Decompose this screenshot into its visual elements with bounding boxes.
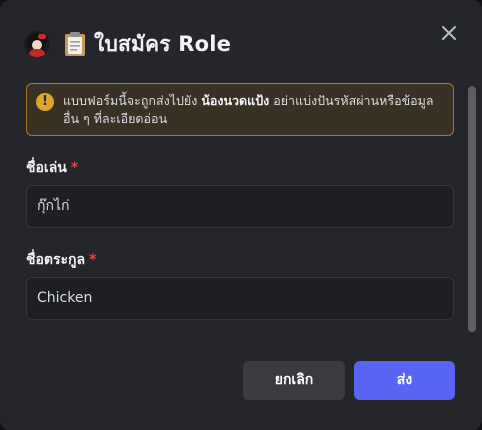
app-avatar [24,31,50,57]
required-asterisk: * [70,160,79,176]
warning-notice: ! แบบฟอร์มนี้จะถูกส่งไปยัง น้องนวดแป้ง อ… [26,83,454,136]
nickname-label: ชื่อเล่น [26,160,67,176]
warning-icon: ! [36,93,54,111]
notice-text-start: แบบฟอร์มนี้จะถูกส่งไปยัง [63,93,202,108]
clipboard-icon [65,32,85,56]
nickname-input[interactable]: กุ๊กไก่ [26,185,454,228]
modal-title: ใบสมัคร Role [94,31,232,56]
role-application-modal: ใบสมัคร Role ! แบบฟอร์มนี้จะถูกส่งไปยัง … [0,0,482,430]
cancel-button[interactable]: ยกเลิก [243,361,345,400]
close-icon[interactable] [438,22,460,44]
scrollbar-thumb[interactable] [468,86,476,332]
field-label-nickname: ชื่อเล่น * [26,157,78,179]
notice-recipient: น้องนวดแป้ง [201,93,270,108]
submit-button[interactable]: ส่ง [354,361,455,400]
surname-label: ชื่อตระกูล [26,252,86,268]
required-asterisk: * [89,252,97,268]
surname-input[interactable]: Chicken [26,277,454,320]
modal-header: ใบสมัคร Role [24,28,231,60]
field-label-surname: ชื่อตระกูล * [26,249,96,271]
scrollbar[interactable] [468,86,476,332]
